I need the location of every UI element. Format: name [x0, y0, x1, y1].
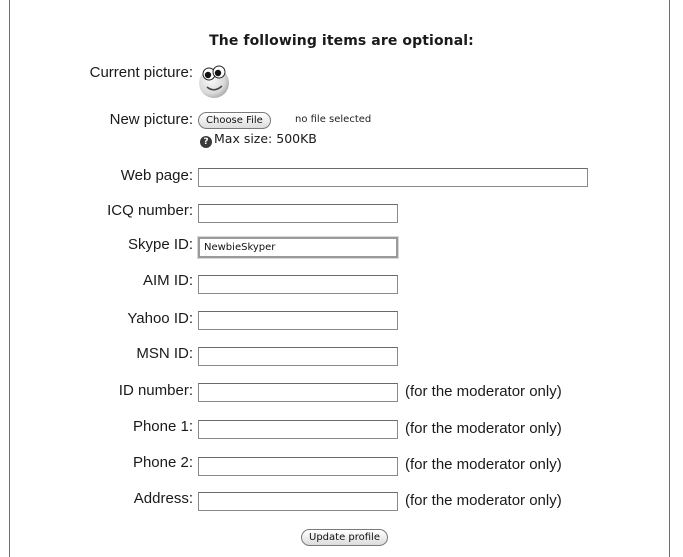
- address-label: Address:: [133, 490, 193, 507]
- msn-id-input[interactable]: [198, 347, 398, 366]
- icq-number-label: ICQ number:: [107, 202, 193, 219]
- id-number-input[interactable]: [198, 383, 398, 402]
- aim-id-label: AIM ID:: [142, 272, 193, 289]
- phone1-input[interactable]: [198, 420, 398, 439]
- web-page-input[interactable]: [198, 168, 588, 187]
- id-number-label: ID number:: [118, 382, 193, 399]
- address-note: (for the moderator only): [405, 492, 562, 509]
- skype-id-label: Skype ID:: [127, 236, 193, 253]
- new-picture-label: New picture:: [109, 111, 193, 128]
- msn-id-label: MSN ID:: [136, 345, 193, 362]
- icq-number-input[interactable]: [198, 204, 398, 223]
- phone1-label: Phone 1:: [132, 418, 193, 435]
- phone2-label: Phone 2:: [132, 454, 193, 471]
- section-heading: The following items are optional:: [209, 33, 474, 49]
- id-number-note: (for the moderator only): [405, 383, 562, 400]
- phone2-input[interactable]: [198, 457, 398, 476]
- choose-file-button[interactable]: Choose File: [198, 112, 271, 129]
- yahoo-id-input[interactable]: [198, 311, 398, 330]
- aim-id-input[interactable]: [198, 275, 398, 294]
- address-input[interactable]: [198, 492, 398, 511]
- phone2-note: (for the moderator only): [405, 456, 562, 473]
- help-icon[interactable]: ?: [200, 136, 212, 148]
- skype-id-input[interactable]: [198, 237, 398, 258]
- yahoo-id-label: Yahoo ID:: [127, 310, 193, 327]
- phone1-note: (for the moderator only): [405, 420, 562, 437]
- smiley-face-icon: [199, 65, 229, 98]
- file-status-text: no file selected: [295, 114, 372, 125]
- current-picture-label: Current picture:: [89, 64, 193, 81]
- web-page-label: Web page:: [120, 167, 193, 184]
- max-size-info: ? Max size: 500KB: [200, 131, 317, 148]
- update-profile-button[interactable]: Update profile: [301, 529, 388, 546]
- max-size-text: Max size: 500KB: [214, 131, 317, 146]
